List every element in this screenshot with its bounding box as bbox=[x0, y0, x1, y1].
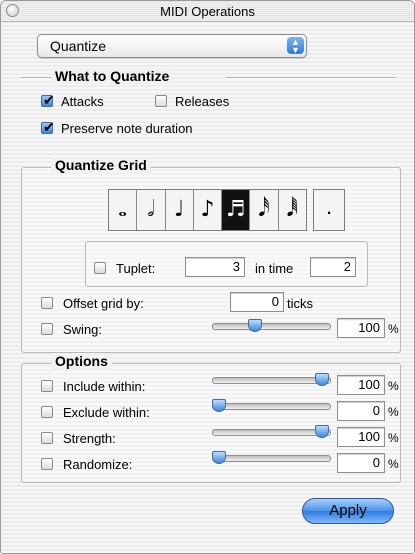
in-time-label: in time bbox=[255, 261, 294, 276]
strength-label: Strength: bbox=[63, 431, 116, 446]
eighth-note-button[interactable]: ♪ bbox=[194, 190, 223, 230]
randomize-checkbox[interactable] bbox=[41, 458, 53, 470]
exclude-value-field[interactable]: 0 bbox=[337, 401, 385, 421]
randomize-unit-label: % bbox=[388, 457, 399, 471]
tuplet-label: Tuplet: bbox=[116, 261, 156, 276]
apply-button[interactable]: Apply bbox=[302, 498, 394, 524]
include-within-label: Include within: bbox=[63, 379, 146, 394]
separator bbox=[21, 77, 53, 79]
include-unit-label: % bbox=[388, 379, 399, 393]
exclude-slider-track[interactable] bbox=[212, 403, 331, 410]
preserve-duration-checkbox[interactable] bbox=[41, 119, 55, 136]
dotted-note-button[interactable]: . bbox=[313, 189, 345, 231]
note-value-selector: 𝅝 𝅗𝅥 ♩ ♪ ♬ 𝅘𝅥𝅰 𝅘𝅥𝅱 bbox=[108, 189, 307, 231]
tuplet-checkbox[interactable] bbox=[94, 262, 106, 274]
strength-slider-track[interactable] bbox=[212, 429, 331, 436]
window-title: MIDI Operations bbox=[160, 4, 255, 19]
strength-checkbox[interactable] bbox=[41, 432, 53, 444]
offset-ticks-field[interactable]: 0 bbox=[230, 292, 284, 312]
swing-slider-track[interactable] bbox=[212, 323, 331, 330]
half-note-button[interactable]: 𝅗𝅥 bbox=[137, 190, 166, 230]
title-bar[interactable]: MIDI Operations bbox=[1, 1, 414, 22]
attacks-label: Attacks bbox=[61, 94, 104, 109]
midi-operations-window: MIDI Operations Quantize ▲ ▼ What to Quan… bbox=[0, 0, 415, 554]
include-value-field[interactable]: 100 bbox=[337, 375, 385, 395]
releases-label: Releases bbox=[175, 94, 230, 109]
exclude-within-label: Exclude within: bbox=[63, 405, 150, 420]
randomize-label: Randomize: bbox=[63, 457, 133, 472]
options-title: Options bbox=[51, 353, 112, 369]
operation-popup-label: Quantize bbox=[50, 38, 107, 54]
sixteenth-note-button[interactable]: ♬ bbox=[222, 190, 251, 230]
swing-checkbox[interactable] bbox=[41, 323, 53, 335]
quantize-grid-title: Quantize Grid bbox=[51, 157, 151, 173]
strength-value-field[interactable]: 100 bbox=[337, 427, 385, 447]
in-time-field[interactable]: 2 bbox=[310, 257, 356, 277]
randomize-value-field[interactable]: 0 bbox=[337, 453, 385, 473]
include-slider-track[interactable] bbox=[212, 377, 331, 384]
releases-checkbox[interactable] bbox=[155, 95, 167, 107]
separator bbox=[226, 77, 396, 79]
swing-value-field[interactable]: 100 bbox=[337, 318, 385, 338]
randomize-slider-track[interactable] bbox=[212, 455, 331, 462]
thirty-second-note-button[interactable]: 𝅘𝅥𝅰 bbox=[250, 190, 279, 230]
popup-arrows-icon: ▲ ▼ bbox=[287, 37, 304, 55]
tuplet-count-field[interactable]: 3 bbox=[185, 257, 245, 277]
strength-unit-label: % bbox=[388, 431, 399, 445]
swing-unit-label: % bbox=[388, 322, 399, 336]
what-to-quantize-title: What to Quantize bbox=[51, 68, 174, 84]
exclude-unit-label: % bbox=[388, 405, 399, 419]
sixty-fourth-note-button[interactable]: 𝅘𝅥𝅱 bbox=[279, 190, 306, 230]
quarter-note-button[interactable]: ♩ bbox=[166, 190, 194, 230]
attacks-checkbox[interactable] bbox=[41, 92, 55, 109]
preserve-duration-label: Preserve note duration bbox=[61, 121, 193, 136]
include-within-checkbox[interactable] bbox=[41, 380, 53, 392]
operation-popup[interactable]: Quantize ▲ ▼ bbox=[37, 34, 307, 58]
exclude-within-checkbox[interactable] bbox=[41, 406, 53, 418]
swing-label: Swing: bbox=[63, 322, 103, 337]
whole-note-button[interactable]: 𝅝 bbox=[109, 190, 138, 230]
offset-unit-label: ticks bbox=[287, 296, 313, 311]
offset-grid-checkbox[interactable] bbox=[41, 297, 53, 309]
offset-grid-label: Offset grid by: bbox=[63, 296, 144, 311]
